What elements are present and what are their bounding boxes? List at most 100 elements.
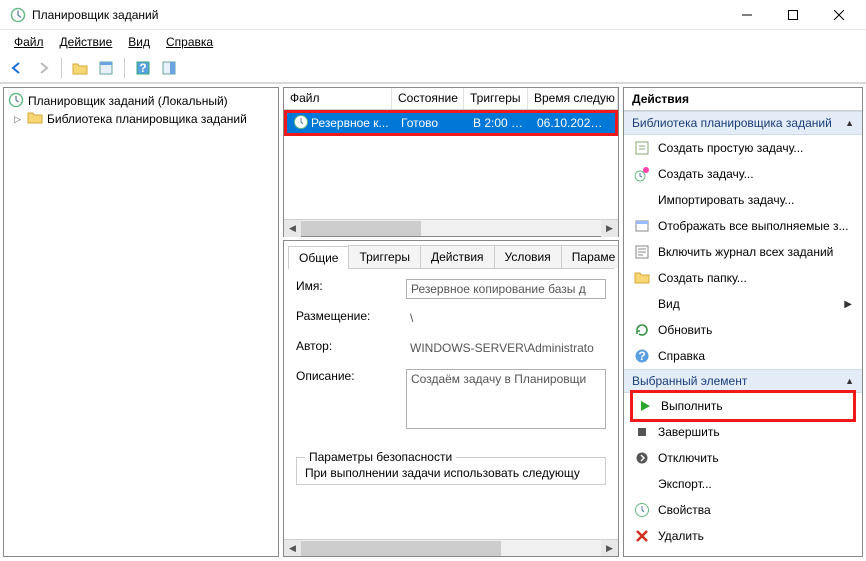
- close-button[interactable]: [816, 0, 862, 30]
- window-buttons: [724, 0, 862, 30]
- maximize-button[interactable]: [770, 0, 816, 30]
- clock-icon: [8, 92, 24, 111]
- group-label: Выбранный элемент: [632, 374, 747, 388]
- action-label: Создать папку...: [658, 271, 747, 285]
- action-create-basic-task[interactable]: Создать простую задачу...: [624, 135, 862, 161]
- task-list-hscroll[interactable]: ◀ ▶: [284, 219, 618, 236]
- action-help[interactable]: ? Справка: [624, 343, 862, 369]
- tree-child[interactable]: ▷ Библиотека планировщика заданий: [8, 110, 274, 128]
- action-disable[interactable]: Отключить: [624, 445, 862, 471]
- run-highlight: Выполнить: [630, 390, 856, 422]
- middle-pane: Файл Состояние Триггеры Время следую Рез…: [283, 87, 619, 557]
- chevron-right-icon: ▶: [844, 299, 852, 310]
- menu-help[interactable]: Справка: [158, 32, 221, 52]
- task-next: 06.10.2024 2:00: [531, 114, 615, 132]
- task-row-highlight: Резервное к... Готово В 2:00 к... 06.10.…: [284, 110, 618, 136]
- action-enable-history[interactable]: Включить журнал всех заданий: [624, 239, 862, 265]
- action-label: Обновить: [658, 323, 712, 337]
- action-display-running[interactable]: Отображать все выполняемые з...: [624, 213, 862, 239]
- action-label: Отключить: [658, 451, 719, 465]
- properties-icon: [634, 502, 650, 518]
- task-icon: [634, 166, 650, 182]
- stop-icon: [634, 424, 650, 440]
- menu-file[interactable]: Файл: [6, 32, 52, 52]
- detail-hscroll[interactable]: ◀ ▶: [284, 539, 618, 556]
- detail-tabs: Общие Триггеры Действия Условия Параме ◀…: [288, 245, 614, 269]
- collapse-icon: ▲: [845, 376, 854, 386]
- task-list: Файл Состояние Триггеры Время следую Рез…: [283, 87, 619, 237]
- action-run[interactable]: Выполнить: [633, 393, 853, 419]
- action-create-task[interactable]: Создать задачу...: [624, 161, 862, 187]
- menu-action[interactable]: Действие: [52, 32, 121, 52]
- action-label: Экспорт...: [658, 477, 712, 491]
- toolbar-separator: [124, 58, 125, 78]
- disable-icon: [634, 450, 650, 466]
- scroll-thumb[interactable]: [301, 541, 501, 556]
- back-button[interactable]: [6, 57, 28, 79]
- security-text: При выполнении задачи использовать следу…: [305, 466, 597, 480]
- scroll-thumb[interactable]: [301, 221, 421, 236]
- field-description-label: Описание:: [296, 369, 406, 383]
- col-state[interactable]: Состояние: [392, 88, 464, 109]
- action-view[interactable]: Вид ▶: [624, 291, 862, 317]
- expand-icon[interactable]: ▷: [12, 114, 23, 125]
- group-label: Библиотека планировщика заданий: [632, 116, 832, 130]
- action-label: Свойства: [658, 503, 711, 517]
- tab-settings[interactable]: Параме: [561, 245, 619, 268]
- actions-group-library[interactable]: Библиотека планировщика заданий ▲: [624, 111, 862, 135]
- tab-general[interactable]: Общие: [288, 246, 349, 269]
- menu-view[interactable]: Вид: [120, 32, 158, 52]
- tab-conditions[interactable]: Условия: [494, 245, 562, 268]
- toolbar-help-button[interactable]: ?: [132, 57, 154, 79]
- scroll-left-icon[interactable]: ◀: [284, 540, 301, 557]
- collapse-icon: ▲: [845, 118, 854, 128]
- action-label: Вид: [658, 297, 680, 311]
- refresh-icon: [634, 322, 650, 338]
- titlebar: Планировщик заданий: [0, 0, 866, 30]
- col-file[interactable]: Файл: [284, 88, 392, 109]
- field-location-value: \: [406, 309, 606, 329]
- col-next[interactable]: Время следую: [528, 88, 618, 109]
- action-properties[interactable]: Свойства: [624, 497, 862, 523]
- history-icon: [634, 244, 650, 260]
- action-delete[interactable]: Удалить: [624, 523, 862, 549]
- tree-root[interactable]: Планировщик заданий (Локальный): [8, 92, 274, 110]
- toolbar-pane-button[interactable]: [158, 57, 180, 79]
- action-import-task[interactable]: Импортировать задачу...: [624, 187, 862, 213]
- field-name-value[interactable]: Резервное копирование базы д: [406, 279, 606, 299]
- minimize-button[interactable]: [724, 0, 770, 30]
- action-label: Удалить: [658, 529, 704, 543]
- toolbar-folder-button[interactable]: [69, 57, 91, 79]
- scroll-left-icon[interactable]: ◀: [284, 220, 301, 237]
- action-label: Выполнить: [661, 399, 723, 413]
- scroll-right-icon[interactable]: ▶: [601, 220, 618, 237]
- action-label: Создать простую задачу...: [658, 141, 803, 155]
- field-description-value[interactable]: Создаём задачу в Планировщи: [406, 369, 606, 429]
- action-new-folder[interactable]: Создать папку...: [624, 265, 862, 291]
- tree-pane: Планировщик заданий (Локальный) ▷ Библио…: [3, 87, 279, 557]
- content-area: Планировщик заданий (Локальный) ▷ Библио…: [0, 83, 866, 560]
- scroll-right-icon[interactable]: ▶: [601, 540, 618, 557]
- forward-button[interactable]: [32, 57, 54, 79]
- security-group: Параметры безопасности При выполнении за…: [296, 457, 606, 485]
- toolbar-separator: [61, 58, 62, 78]
- actions-pane: Действия Библиотека планировщика заданий…: [623, 87, 863, 557]
- app-icon: [10, 7, 26, 23]
- tab-actions[interactable]: Действия: [420, 245, 495, 268]
- task-row[interactable]: Резервное к... Готово В 2:00 к... 06.10.…: [287, 113, 615, 133]
- window-title: Планировщик заданий: [32, 8, 724, 22]
- col-trigger[interactable]: Триггеры: [464, 88, 528, 109]
- toolbar-properties-button[interactable]: [95, 57, 117, 79]
- tree-root-label: Планировщик заданий (Локальный): [28, 94, 228, 108]
- tab-triggers[interactable]: Триггеры: [348, 245, 421, 268]
- actions-title: Действия: [624, 88, 862, 111]
- help-icon: ?: [634, 348, 650, 364]
- action-end[interactable]: Завершить: [624, 419, 862, 445]
- security-legend: Параметры безопасности: [305, 450, 456, 464]
- action-label: Завершить: [658, 425, 720, 439]
- view-icon: [634, 296, 650, 312]
- task-trigger: В 2:00 к...: [467, 114, 531, 132]
- action-export[interactable]: Экспорт...: [624, 471, 862, 497]
- field-author-label: Автор:: [296, 339, 406, 353]
- action-refresh[interactable]: Обновить: [624, 317, 862, 343]
